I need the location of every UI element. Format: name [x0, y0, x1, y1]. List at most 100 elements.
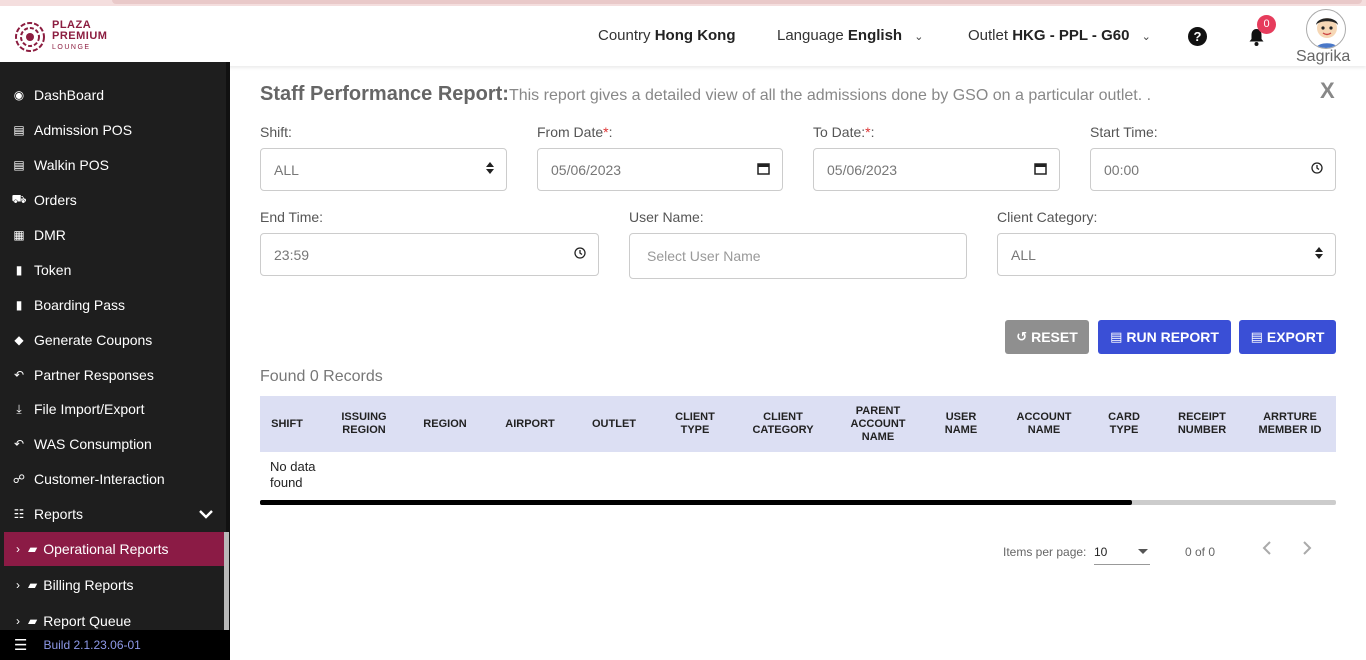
scrollbar-thumb[interactable]: [260, 500, 1132, 505]
chevron-right-icon: ›: [16, 542, 20, 556]
from-date-input[interactable]: 05/06/2023: [537, 148, 783, 191]
user-avatar-icon: [1315, 18, 1339, 48]
dashboard-icon: ◉: [13, 88, 25, 102]
clock-icon[interactable]: [574, 247, 586, 262]
column-header[interactable]: AIRPORT: [496, 396, 564, 452]
column-header[interactable]: RECEIPT NUMBER: [1168, 396, 1236, 452]
page-title: Staff Performance Report:This report giv…: [260, 83, 1151, 106]
user-name-select[interactable]: Select User Name: [629, 233, 967, 279]
sidebar-item-partner-responses[interactable]: ↶ Partner Responses: [12, 360, 154, 390]
reply-icon: ↶: [13, 368, 25, 382]
language-value: English: [847, 27, 903, 44]
run-report-button[interactable]: ▤ RUN REPORT: [1098, 320, 1231, 354]
sidebar-item-file-import-export[interactable]: ⤓ File Import/Export: [12, 394, 144, 424]
column-header[interactable]: CARD TYPE: [1098, 396, 1150, 452]
close-button[interactable]: X: [1320, 78, 1335, 104]
sidebar-item-customer-interaction[interactable]: ☍ Customer-Interaction: [12, 464, 165, 494]
column-header[interactable]: PARENT ACCOUNT NAME: [844, 396, 912, 452]
user-name-label: User Name:: [629, 209, 704, 225]
column-header[interactable]: ACCOUNT NAME: [1008, 396, 1080, 452]
sidebar-item-dmr[interactable]: ▦ DMR: [12, 220, 66, 250]
report-title: Staff Performance Report:: [260, 83, 509, 105]
chevron-down-icon[interactable]: [199, 506, 213, 522]
clock-icon[interactable]: [1311, 162, 1323, 177]
sidebar-item-reports[interactable]: ☷ Reports: [12, 499, 83, 529]
language-label: Language: [777, 27, 844, 44]
chevron-right-icon: ›: [16, 614, 20, 628]
sidebar-subitem-billing-reports[interactable]: › ▰ Billing Reports: [4, 568, 224, 602]
column-header[interactable]: ISSUING REGION: [334, 396, 394, 452]
sidebar-subitem-operational-reports[interactable]: › ▰ Operational Reports: [4, 532, 224, 566]
sidebar-item-boarding-pass[interactable]: ▮ Boarding Pass: [12, 290, 125, 320]
build-bar: ☰ Build 2.1.23.06-01: [0, 630, 230, 660]
start-time-input[interactable]: 00:00: [1090, 148, 1336, 191]
logo-line3: LOUNGE: [52, 44, 91, 51]
chevron-down-icon: ⌄: [1141, 31, 1151, 43]
chevron-down-icon: ⌄: [914, 31, 924, 43]
table-horizontal-scrollbar[interactable]: [260, 500, 1336, 505]
main-content: Staff Performance Report:This report giv…: [230, 66, 1366, 660]
avatar[interactable]: [1306, 9, 1346, 49]
file-icon: ▮: [15, 298, 23, 312]
previous-page-button[interactable]: [1262, 540, 1272, 561]
user-name[interactable]: Sagrika: [1296, 48, 1350, 66]
sitemap-icon: ☷: [13, 507, 25, 521]
logo-icon: [15, 21, 45, 52]
to-date-label: To Date:*:: [813, 124, 875, 140]
reply-icon: ↶: [13, 437, 25, 451]
country-selector[interactable]: Country Hong Kong: [598, 27, 736, 44]
sidebar-item-dashboard[interactable]: ◉ DashBoard: [12, 80, 104, 110]
sidebar-item-was-consumption[interactable]: ↶ WAS Consumption: [12, 429, 152, 459]
column-header[interactable]: SHIFT: [260, 396, 314, 452]
outlet-label: Outlet: [968, 27, 1009, 44]
comments-icon: ☍: [12, 472, 26, 486]
notification-badge: 0: [1257, 15, 1276, 34]
column-header[interactable]: REGION: [414, 396, 476, 452]
shift-select[interactable]: ALL: [260, 148, 507, 191]
column-header[interactable]: OUTLET: [582, 396, 646, 452]
table-header: SHIFT ISSUING REGION REGION AIRPORT OUTL…: [260, 396, 1336, 452]
language-selector[interactable]: Language English ⌄: [777, 27, 923, 44]
country-label: Country: [598, 27, 651, 44]
history-icon: ↺: [1016, 329, 1028, 344]
outlet-selector[interactable]: Outlet HKG - PPL - G60 ⌄: [968, 27, 1151, 44]
calendar-icon[interactable]: [1034, 162, 1047, 178]
sort-arrows-icon: [486, 162, 494, 177]
client-category-select[interactable]: ALL: [997, 233, 1336, 276]
sidebar-item-orders[interactable]: ⛟ Orders: [11, 185, 76, 215]
start-time-label: Start Time:: [1090, 124, 1158, 140]
help-icon[interactable]: ?: [1188, 27, 1207, 46]
chevron-right-icon: ›: [16, 578, 20, 592]
page-range: 0 of 0: [1185, 545, 1216, 559]
to-date-input[interactable]: 05/06/2023: [813, 148, 1060, 191]
records-count: Found 0 Records: [260, 368, 383, 385]
outlet-value: HKG - PPL - G60: [1012, 27, 1130, 44]
sidebar-item-token[interactable]: ▮ Token: [12, 255, 72, 285]
brand-logo[interactable]: PLAZA PREMIUM LOUNGE: [14, 20, 107, 53]
build-version: Build 2.1.23.06-01: [43, 638, 141, 652]
menu-icon[interactable]: ☰: [14, 636, 27, 654]
column-header[interactable]: USER NAME: [936, 396, 986, 452]
cart-icon: ⛟: [11, 192, 27, 206]
column-header[interactable]: CLIENT TYPE: [666, 396, 724, 452]
end-time-input[interactable]: 23:59: [260, 233, 599, 276]
items-per-page-select[interactable]: 10: [1094, 543, 1150, 565]
export-button[interactable]: ▤ EXPORT: [1239, 320, 1336, 354]
top-header: PLAZA PREMIUM LOUNGE Country Hong Kong L…: [0, 6, 1366, 66]
book-icon: ▰: [28, 542, 38, 556]
book-icon: ▰: [28, 614, 38, 628]
file-text-icon: ▤: [1250, 329, 1263, 344]
end-time-label: End Time:: [260, 209, 324, 225]
sidebar-item-admission-pos[interactable]: ▤ Admission POS: [12, 115, 132, 145]
client-category-label: Client Category:: [997, 209, 1098, 225]
column-header[interactable]: CLIENT CATEGORY: [747, 396, 819, 452]
next-page-button[interactable]: [1302, 540, 1312, 561]
items-per-page-label: Items per page:: [1003, 545, 1087, 559]
sidebar-item-walkin-pos[interactable]: ▤ Walkin POS: [12, 150, 109, 180]
id-card-icon: ▤: [13, 123, 25, 137]
column-header[interactable]: ARRTURE MEMBER ID: [1256, 396, 1324, 452]
reset-button[interactable]: ↺ RESET: [1005, 320, 1089, 354]
shift-label: Shift:: [260, 124, 292, 140]
sidebar-item-generate-coupons[interactable]: ◆ Generate Coupons: [12, 325, 152, 355]
calendar-icon[interactable]: [757, 162, 770, 178]
